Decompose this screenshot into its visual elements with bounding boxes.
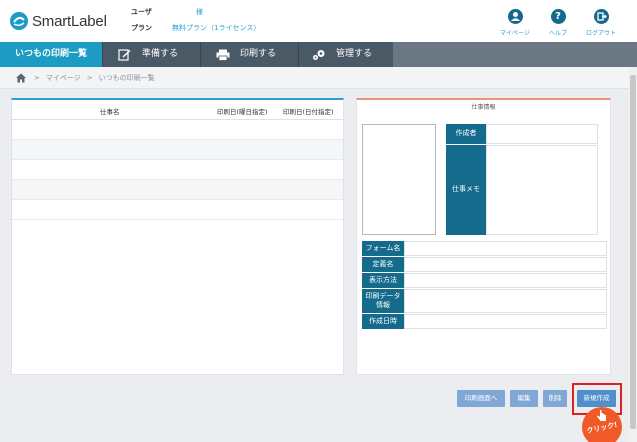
plan-label: プラン (131, 24, 152, 32)
print-data-label: 印刷データ 情報 (362, 289, 404, 313)
mypage-button[interactable]: マイページ (495, 9, 535, 37)
job-list-panel: 仕事名 印刷日(曜日指定) 印刷日(日付指定) (11, 98, 344, 375)
click-badge: クリック! (582, 407, 622, 442)
table-row[interactable] (12, 160, 343, 180)
edit-button[interactable]: 編集 (510, 390, 538, 407)
logout-icon (593, 9, 609, 24)
col-print-date[interactable]: 印刷日(日付指定) (283, 106, 334, 116)
to-print-screen-button[interactable]: 印刷画面へ (457, 390, 505, 407)
smartlabel-logo-icon (10, 12, 28, 30)
list-header: 仕事名 印刷日(曜日指定) 印刷日(日付指定) (12, 100, 343, 120)
nav-item-manage[interactable]: 管理する (299, 42, 393, 67)
form-name-value (404, 241, 607, 256)
table-row[interactable] (12, 120, 343, 140)
job-info-panel: 仕事情報 作成者 仕事メモ フォーム名 定義名 表示方法 印刷データ 情報 作成… (356, 98, 611, 375)
user-value: 様 (196, 8, 203, 16)
memo-label: 仕事メモ (446, 145, 486, 235)
logo[interactable]: SmartLabel (9, 11, 107, 31)
form-name-label: フォーム名 (362, 241, 404, 256)
job-info-title: 仕事情報 (471, 104, 496, 111)
delete-button[interactable]: 削除 (543, 390, 567, 407)
breadcrumb: > マイページ > いつもの印刷一覧 (0, 67, 629, 89)
help-icon: ? (550, 9, 566, 24)
label-preview (362, 124, 436, 235)
table-row[interactable] (12, 180, 343, 200)
col-job-name[interactable]: 仕事名 (100, 106, 120, 116)
nav-item-print[interactable]: 印刷する (201, 42, 298, 67)
memo-value (486, 145, 598, 235)
display-method-label: 表示方法 (362, 273, 404, 288)
page-scrollbar[interactable] (629, 67, 637, 442)
main-nav: いつもの印刷一覧 準備する 印刷する 管理する (0, 42, 637, 67)
created-at-label: 作成日時 (362, 314, 404, 329)
created-at-value (404, 314, 607, 329)
user-icon (507, 9, 523, 24)
app-header: SmartLabel ユーザ 様 プラン 無料プラン（1ライセンス） マイページ… (0, 0, 637, 42)
definition-value (404, 257, 607, 272)
help-button[interactable]: ? ヘルプ (538, 9, 578, 37)
nav-item-job-list[interactable]: いつもの印刷一覧 (0, 42, 102, 67)
edit-icon (118, 48, 131, 61)
home-icon[interactable] (15, 73, 27, 83)
user-label: ユーザ (131, 8, 152, 16)
creator-label: 作成者 (446, 124, 486, 144)
logo-text: SmartLabel (32, 12, 107, 30)
plan-value: 無料プラン（1ライセンス） (172, 24, 261, 32)
col-print-weekday[interactable]: 印刷日(曜日指定) (217, 106, 268, 116)
logout-button[interactable]: ログアウト (581, 9, 621, 37)
print-data-value (404, 289, 607, 313)
display-method-value (404, 273, 607, 288)
printer-icon (216, 49, 230, 61)
creator-value (486, 124, 598, 144)
table-row[interactable] (12, 140, 343, 160)
nav-item-prepare[interactable]: 準備する (103, 42, 200, 67)
table-row[interactable] (12, 200, 343, 220)
breadcrumb-mypage[interactable]: マイページ (46, 73, 81, 83)
breadcrumb-current: いつもの印刷一覧 (98, 73, 155, 82)
gear-icon (313, 49, 325, 60)
definition-label: 定義名 (362, 257, 404, 272)
